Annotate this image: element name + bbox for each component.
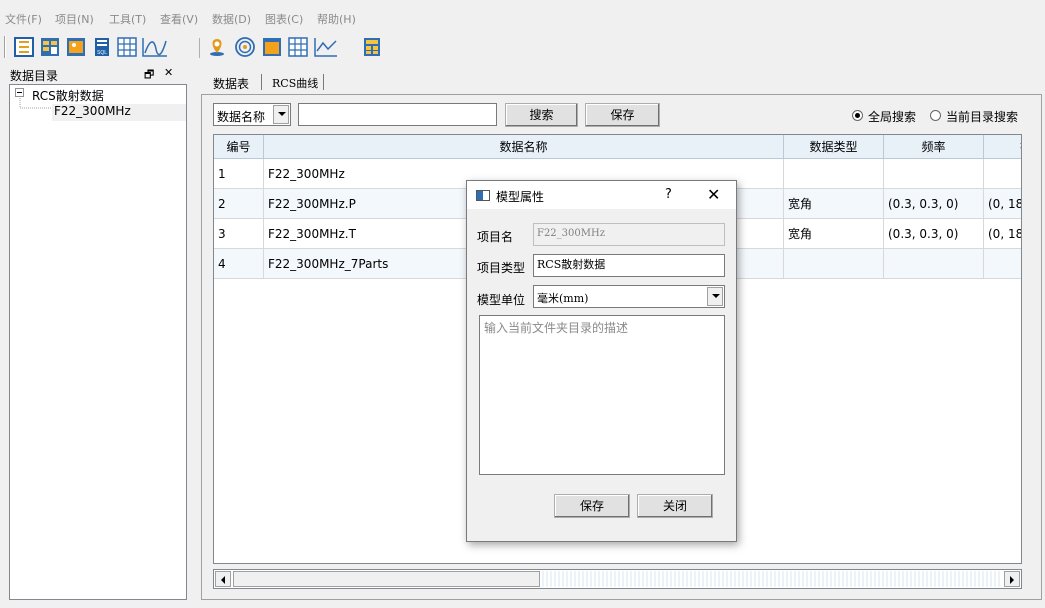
current-dir-search-radio[interactable] [930,110,941,121]
save-button[interactable]: 保存 [585,103,660,127]
cell-id: 4 [214,249,264,279]
menu-project[interactable]: 项目(N) [55,11,94,27]
close-pane-icon[interactable]: ✕ [164,66,173,79]
model-unit-value: 毫米(mm) [537,292,589,305]
cell-type: 宽角 [784,219,884,249]
tab-separator [323,74,324,90]
global-search-radio[interactable] [852,110,863,121]
model-unit-label: 模型单位 [477,293,526,307]
description-textarea[interactable]: 输入当前文件夹目录的描述 [479,315,725,475]
add-table-icon[interactable] [40,37,60,57]
scrollbar-track[interactable] [542,571,1002,587]
line-chart2-icon[interactable] [314,37,338,57]
menu-view[interactable]: 查看(V) [160,11,198,27]
cell-sweep [984,249,1021,279]
chevron-down-icon[interactable] [707,287,723,306]
column-header-name[interactable]: 数据名称 [264,135,784,159]
cell-id: 2 [214,189,264,219]
tab-separator [261,74,262,90]
project-name-label: 项目名 [477,230,514,244]
global-search-label: 全局搜索 [868,110,917,124]
float-pane-icon[interactable]: 🗗 [144,66,154,85]
panel-icon[interactable] [262,37,282,57]
column-header-id[interactable]: 编号 [214,135,264,159]
dialog-save-button[interactable]: 保存 [554,494,630,518]
grid2-icon[interactable] [288,37,308,57]
cell-type [784,159,884,189]
chevron-down-icon[interactable] [273,105,289,124]
search-button[interactable]: 搜索 [505,103,578,127]
menu-bar: 文件(F) 项目(N) 工具(T) 查看(V) 数据(D) 图表(C) 帮助(H… [0,0,1045,34]
line-chart-icon[interactable] [142,37,168,57]
location-pin-icon[interactable] [207,37,227,57]
cell-sweep: (0, 180 [984,219,1021,249]
svg-text:SQL: SQL [97,50,107,56]
cell-type [784,249,884,279]
project-type-field[interactable]: RCS散射数据 [533,254,725,277]
menu-chart[interactable]: 图表(C) [265,11,303,27]
search-field-value: 数据名称 [217,110,266,124]
project-name-field: F22_300MHz [533,223,725,246]
search-field-select[interactable]: 数据名称 [213,103,291,126]
close-icon[interactable]: ✕ [707,185,720,204]
current-dir-search-label: 当前目录搜索 [946,110,1019,124]
menu-data[interactable]: 数据(D) [212,11,251,27]
tree-node-f22[interactable]: F22_300MHz [52,104,186,121]
data-directory-title: 数据目录 [10,69,59,83]
toolbar: SQL [0,34,1045,62]
cell-frequency: (0.3, 0.3, 0) [884,219,984,249]
menu-help[interactable]: 帮助(H) [317,11,356,27]
scroll-left-arrow-icon[interactable] [215,571,231,587]
cell-frequency [884,249,984,279]
model-properties-dialog: 模型属性 ? ✕ 项目名 F22_300MHz 项目类型 RCS散射数据 模型单… [466,180,737,542]
toolbar-grip[interactable] [4,36,6,58]
project-type-label: 项目类型 [477,261,526,275]
menu-tools[interactable]: 工具(T) [109,11,146,27]
dialog-close-button[interactable]: 关闭 [637,494,713,518]
image-icon[interactable] [66,37,86,57]
search-input[interactable] [298,103,497,126]
dialog-titlebar[interactable]: 模型属性 ? ✕ [467,181,736,209]
cell-id: 1 [214,159,264,189]
toolbar-separator [199,38,200,58]
help-icon[interactable]: ? [665,187,672,202]
cell-id: 3 [214,219,264,249]
tree-connector [19,98,53,109]
menu-file[interactable]: 文件(F) [5,11,42,27]
window-icon [476,190,490,201]
model-unit-select[interactable]: 毫米(mm) [533,285,725,308]
list-icon[interactable] [14,37,34,57]
tab-rcs-curve[interactable]: RCS曲线 [272,75,318,91]
dialog-title: 模型属性 [496,190,545,204]
cell-sweep [984,159,1021,189]
cell-frequency: (0.3, 0.3, 0) [884,189,984,219]
data-directory-tree: RCS散射数据 F22_300MHz [9,84,187,600]
cell-type: 宽角 [784,189,884,219]
sql-icon[interactable]: SQL [92,37,112,57]
radar-icon[interactable] [235,37,255,57]
cell-sweep: (0, 180 [984,189,1021,219]
cell-frequency [884,159,984,189]
horizontal-scrollbar[interactable] [213,569,1022,589]
tab-data-table[interactable]: 数据表 [213,75,249,92]
column-header-type[interactable]: 数据类型 [784,135,884,159]
scroll-right-arrow-icon[interactable] [1004,571,1020,587]
column-header-sweep[interactable]: 扫 [984,135,1021,159]
grid-icon[interactable] [117,37,137,57]
calculator-icon[interactable] [362,37,382,57]
collapse-toggle-icon[interactable] [15,88,24,97]
scrollbar-thumb[interactable] [233,571,540,587]
column-header-frequency[interactable]: 频率 [884,135,984,159]
